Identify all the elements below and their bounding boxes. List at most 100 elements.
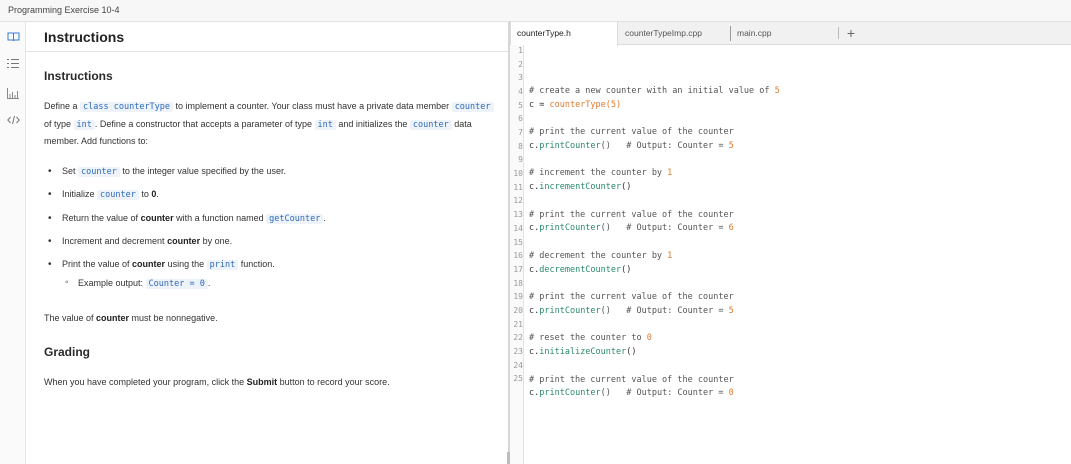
code-comment: # print the current value of the counter <box>529 127 734 137</box>
list-item: Set counter to the integer value specifi… <box>48 166 286 177</box>
code-function: printCounter <box>539 223 601 233</box>
code-number: 1 <box>667 168 673 178</box>
code-line: c.printCounter() # Output: Counter = 5 <box>529 141 734 151</box>
bold-text: counter <box>167 236 201 246</box>
inline-code: class counterType <box>80 102 174 112</box>
editor-tab-bar: counterType.h counterTypeImp.cpp main.cp… <box>510 22 1071 46</box>
text: by one. <box>200 236 233 246</box>
text: . <box>156 189 159 199</box>
code-comment: # decrement the counter by <box>529 251 668 261</box>
book-icon[interactable] <box>4 28 22 46</box>
code-function: printCounter <box>539 388 601 398</box>
code-text: () # Output: Counter = <box>600 141 729 151</box>
instructions-panel: Instructions Instructions Define a class… <box>26 22 508 464</box>
bold-text: Submit <box>246 377 278 387</box>
tab-main-cpp[interactable]: main.cpp <box>730 26 800 41</box>
code-line: # print the current value of the counter <box>529 127 734 137</box>
line-number: 3 <box>518 73 523 83</box>
code-line: c.printCounter() # Output: Counter = 0 <box>529 388 734 398</box>
text: Define a <box>44 101 81 111</box>
code-text: () # Output: Counter = <box>600 306 729 316</box>
line-number: 20 <box>513 305 523 315</box>
line-number: 2 <box>518 59 523 69</box>
inline-code: counter <box>409 119 452 130</box>
inline-code: Counter = 0 <box>145 279 208 289</box>
text: must be nonnegative. <box>129 313 218 323</box>
code-comment: # print the current value of the counter <box>529 210 734 220</box>
code-line: c.printCounter() # Output: Counter = 5 <box>529 306 734 316</box>
inline-code: counter <box>451 102 494 112</box>
code-line: c = counterType(5) <box>529 100 621 110</box>
line-number: 11 <box>513 182 523 192</box>
line-number: 19 <box>513 292 523 302</box>
code-line: # create a new counter with an initial v… <box>529 86 780 96</box>
line-number: 15 <box>513 237 523 247</box>
code-editor: counterType.h counterTypeImp.cpp main.cp… <box>510 22 1071 464</box>
text: with a function named <box>173 213 267 223</box>
list-item: Return the value of counter with a funct… <box>48 213 326 224</box>
line-number: 5 <box>518 100 523 110</box>
code-text: c. <box>529 223 540 233</box>
code-icon[interactable] <box>4 111 22 129</box>
section-heading-grading: Grading <box>44 345 91 359</box>
text: of type <box>44 118 74 129</box>
code-function: decrementCounter <box>539 265 622 275</box>
tab-countertype-h[interactable]: counterType.h <box>510 22 618 46</box>
text: When you have completed your program, cl… <box>44 377 247 387</box>
title-bar: Programming Exercise 10-4 <box>0 0 1071 22</box>
code-line: # decrement the counter by 1 <box>529 251 672 261</box>
text: Return the value of <box>62 213 141 223</box>
window-title: Programming Exercise 10-4 <box>8 5 120 15</box>
inline-code: int <box>314 119 336 130</box>
line-number: 22 <box>513 333 523 343</box>
sub-list-item: Example output: Counter = 0. <box>65 277 211 289</box>
code-line: c.initializeCounter() <box>529 347 637 357</box>
list-icon[interactable] <box>4 54 22 72</box>
code-line: # increment the counter by 1 <box>529 168 672 178</box>
code-comment: # print the current value of the counter <box>529 375 734 385</box>
bold-text: counter <box>96 313 130 323</box>
code-text: c. <box>529 306 540 316</box>
inline-code: counter <box>78 167 120 177</box>
text: The value of <box>44 313 97 323</box>
side-rail <box>0 22 26 464</box>
text: Set <box>62 166 79 176</box>
code-function: printCounter <box>539 306 601 316</box>
line-number: 6 <box>518 114 523 124</box>
code-line: c.printCounter() # Output: Counter = 6 <box>529 223 734 233</box>
line-number: 8 <box>518 141 523 151</box>
panel-header: Instructions <box>26 22 508 52</box>
grading-paragraph: When you have completed your program, cl… <box>44 374 496 391</box>
tab-countertypeimp-cpp[interactable]: counterTypeImp.cpp <box>619 22 729 45</box>
text: function. <box>238 259 275 269</box>
code-number: 1 <box>667 251 673 261</box>
chart-icon[interactable] <box>4 84 22 102</box>
code-comment: # create a new counter with an initial v… <box>529 86 775 96</box>
code-text: () # Output: Counter = <box>600 223 729 233</box>
text: Print the value of <box>62 259 133 269</box>
code-text: () <box>621 265 632 275</box>
add-tab-button[interactable]: + <box>838 24 858 42</box>
code-text: c. <box>529 265 540 275</box>
code-line: # print the current value of the counter <box>529 375 734 385</box>
code-number: 5 <box>728 141 734 151</box>
line-number: 16 <box>513 251 523 261</box>
code-text: c = <box>529 100 550 110</box>
code-comment: # increment the counter by <box>529 168 668 178</box>
code-text-area[interactable]: 1 2 3 4 5 6 7 8 9 10 11 12 13 14 15 16 17 18 19 20 21 22 23 24 2… <box>513 45 1071 464</box>
inline-code: getCounter <box>266 214 324 224</box>
text: button to record your score. <box>277 377 390 387</box>
bold-text: counter <box>132 259 166 269</box>
code-number: 0 <box>728 388 734 398</box>
code-text: c. <box>529 347 540 357</box>
text: to the integer value specified by the us… <box>119 166 286 176</box>
line-number: 23 <box>513 346 523 356</box>
code-number: 5 <box>728 306 734 316</box>
code-text: c. <box>529 182 540 192</box>
text: . <box>207 278 211 288</box>
list-item: Initialize counter to 0. <box>48 189 159 200</box>
code-function: counterType <box>549 100 606 110</box>
line-number: 14 <box>513 223 523 233</box>
text: Increment and decrement <box>62 236 168 246</box>
intro-paragraph: Define a class counterType to implement … <box>44 98 496 150</box>
